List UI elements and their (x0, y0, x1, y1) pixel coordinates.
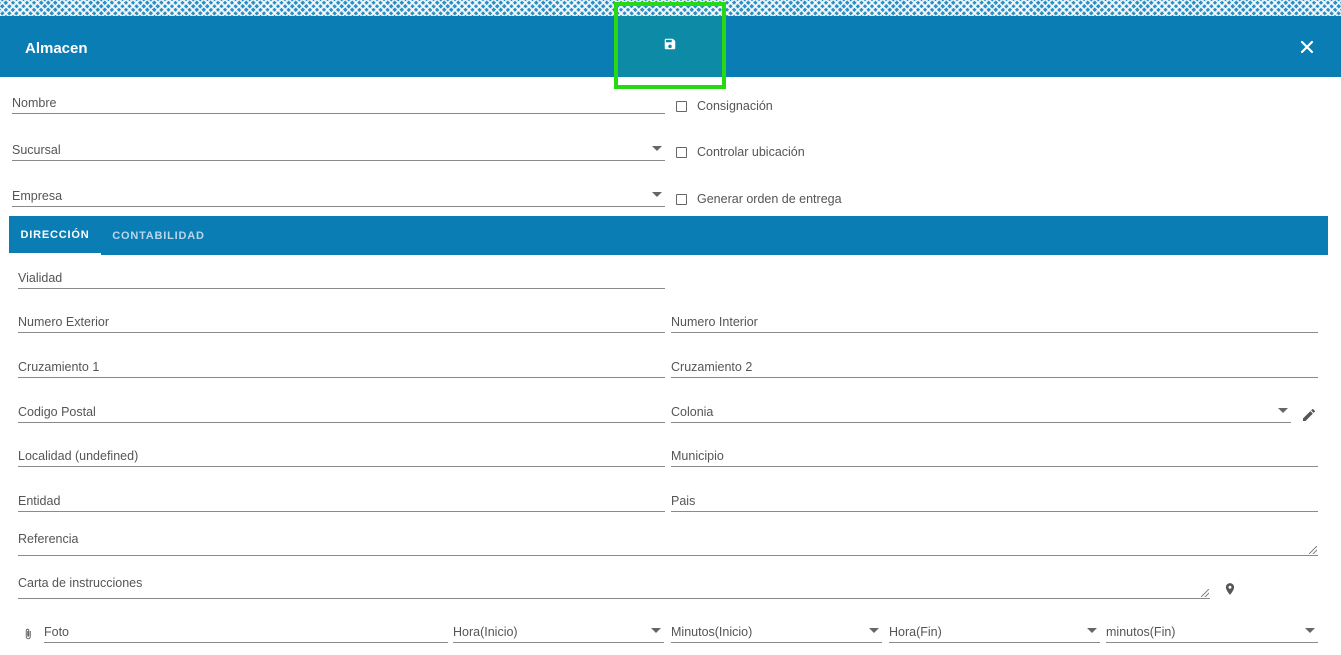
vialidad-label: Vialidad (18, 271, 63, 285)
checkbox-icon (676, 193, 687, 205)
empresa-label: Empresa (12, 189, 63, 203)
checkbox-icon (676, 100, 687, 112)
numero-exterior-field[interactable]: Numero Exterior (18, 311, 665, 333)
sucursal-select[interactable]: Sucursal (12, 139, 665, 161)
colonia-select[interactable]: Colonia (671, 401, 1291, 423)
empresa-select[interactable]: Empresa (12, 185, 665, 207)
entidad-label: Entidad (18, 494, 61, 508)
cruzamiento-2-field[interactable]: Cruzamiento 2 (671, 356, 1318, 378)
minutos-fin-label: minutos(Fin) (1106, 625, 1176, 639)
chevron-down-icon (1305, 628, 1315, 633)
chevron-down-icon (651, 628, 661, 633)
municipio-label: Municipio (671, 449, 724, 463)
cruzamiento-2-label: Cruzamiento 2 (671, 360, 753, 374)
controlar-ubicacion-label: Controlar ubicación (697, 145, 805, 159)
pais-field[interactable]: Pais (671, 490, 1318, 512)
numero-exterior-label: Numero Exterior (18, 315, 109, 329)
minutos-inicio-label: Minutos(Inicio) (671, 625, 753, 639)
municipio-field[interactable]: Municipio (671, 445, 1318, 467)
resize-handle-icon[interactable] (1309, 546, 1317, 554)
hora-inicio-label: Hora(Inicio) (453, 625, 518, 639)
resize-handle-icon[interactable] (1201, 589, 1209, 597)
codigo-postal-field[interactable]: Codigo Postal (18, 401, 665, 423)
cruzamiento-1-field[interactable]: Cruzamiento 1 (18, 356, 665, 378)
close-button[interactable] (1296, 38, 1318, 60)
codigo-postal-label: Codigo Postal (18, 405, 96, 419)
tab-direccion[interactable]: DIRECCIÓN (9, 216, 101, 255)
hora-fin-select[interactable]: Hora(Fin) (889, 621, 1100, 643)
nombre-field[interactable]: Nombre (12, 92, 665, 114)
hora-inicio-select[interactable]: Hora(Inicio) (453, 621, 664, 643)
tab-bar: DIRECCIÓN CONTABILIDAD (9, 216, 1328, 255)
close-icon (1300, 40, 1314, 59)
chevron-down-icon (869, 628, 879, 633)
numero-interior-field[interactable]: Numero Interior (671, 311, 1318, 333)
referencia-textarea[interactable]: Referencia (18, 526, 1318, 556)
cruzamiento-1-label: Cruzamiento 1 (18, 360, 100, 374)
foto-label: Foto (44, 625, 70, 639)
minutos-inicio-select[interactable]: Minutos(Inicio) (671, 621, 882, 643)
colonia-label: Colonia (671, 405, 714, 419)
referencia-label: Referencia (18, 532, 79, 546)
sucursal-label: Sucursal (12, 143, 61, 157)
chevron-down-icon (1087, 628, 1097, 633)
hora-fin-label: Hora(Fin) (889, 625, 942, 639)
consignacion-checkbox[interactable]: Consignación (676, 99, 773, 113)
tab-contabilidad[interactable]: CONTABILIDAD (105, 216, 212, 255)
pais-label: Pais (671, 494, 696, 508)
dialog-titlebar: Almacen (0, 16, 1341, 77)
chevron-down-icon (1278, 408, 1288, 413)
localidad-field[interactable]: Localidad (undefined) (18, 445, 665, 467)
paperclip-icon[interactable] (20, 624, 36, 644)
edit-pencil-icon[interactable] (1299, 405, 1319, 425)
numero-interior-label: Numero Interior (671, 315, 758, 329)
save-icon (663, 37, 677, 56)
localidad-label: Localidad (undefined) (18, 449, 139, 463)
carta-instrucciones-label: Carta de instrucciones (18, 576, 143, 590)
chevron-down-icon (652, 146, 662, 151)
generar-orden-label: Generar orden de entrega (697, 192, 842, 206)
entidad-field[interactable]: Entidad (18, 490, 665, 512)
chevron-down-icon (652, 192, 662, 197)
map-pin-icon[interactable] (1221, 579, 1239, 599)
save-button[interactable] (616, 16, 724, 77)
checkbox-icon (676, 146, 687, 158)
minutos-fin-select[interactable]: minutos(Fin) (1106, 621, 1318, 643)
consignacion-label: Consignación (697, 99, 773, 113)
foto-field[interactable]: Foto (44, 621, 448, 643)
dialog-title: Almacen (25, 40, 88, 57)
vialidad-field[interactable]: Vialidad (18, 267, 665, 289)
carta-instrucciones-textarea[interactable]: Carta de instrucciones (18, 570, 1210, 599)
controlar-ubicacion-checkbox[interactable]: Controlar ubicación (676, 145, 805, 159)
header-pattern-strip (0, 0, 1341, 16)
nombre-label: Nombre (12, 96, 57, 110)
generar-orden-checkbox[interactable]: Generar orden de entrega (676, 192, 842, 206)
